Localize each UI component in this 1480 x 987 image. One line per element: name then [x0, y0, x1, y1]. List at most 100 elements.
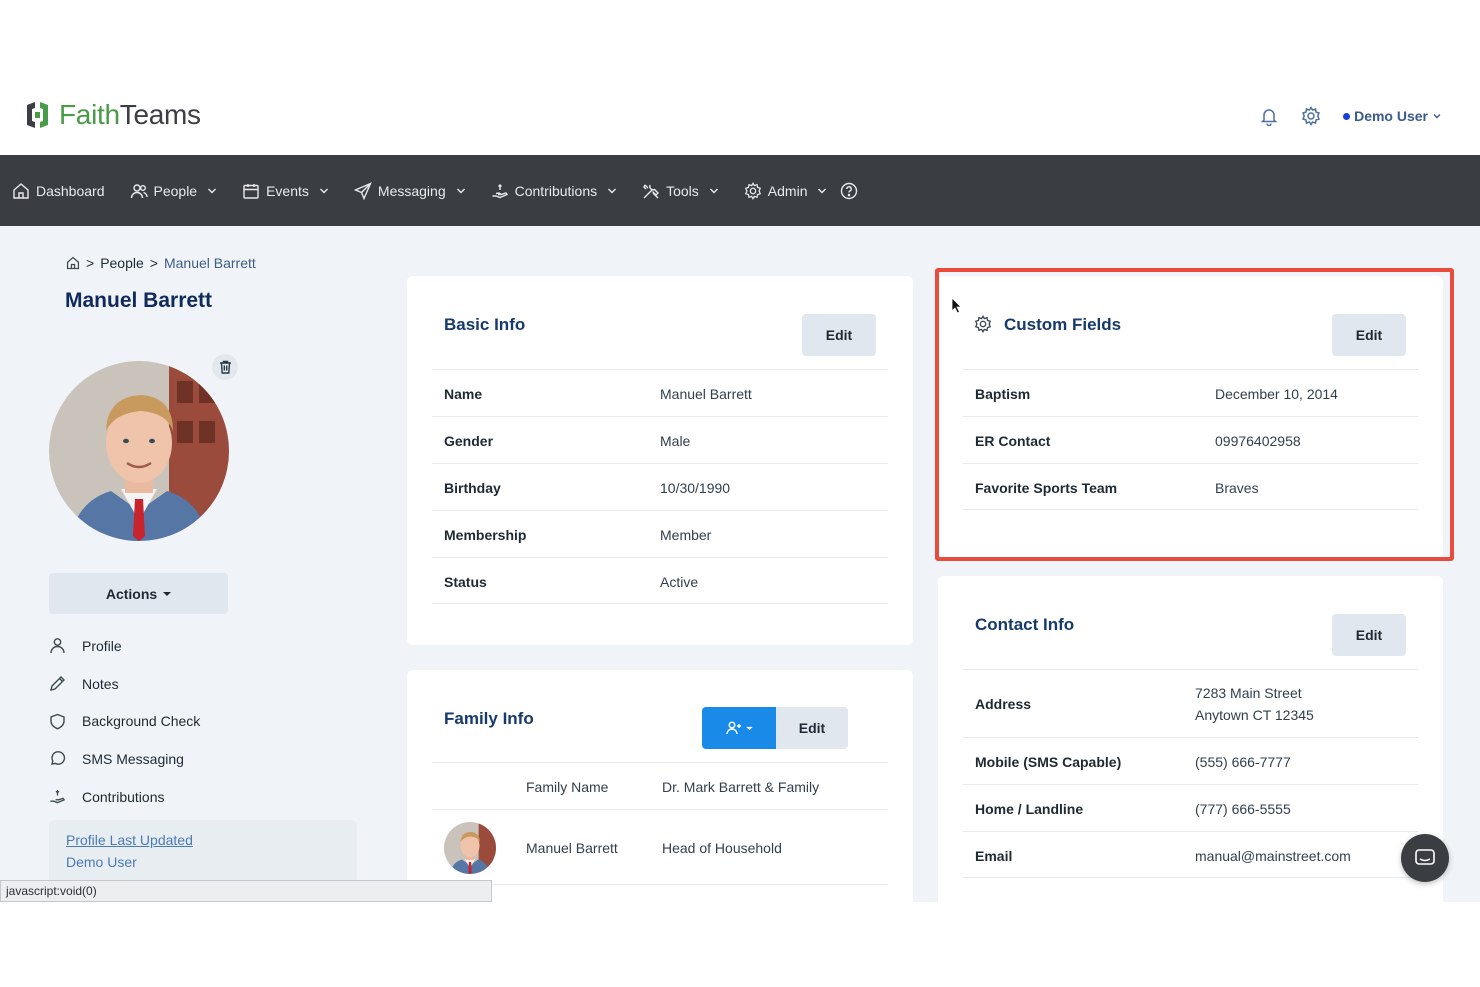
- support-chat-button[interactable]: [1401, 834, 1449, 882]
- basic-info-row: Gender Male: [432, 416, 888, 463]
- family-name-label: Family Name: [526, 779, 609, 795]
- family-name-row: Family Name Dr. Mark Barrett & Family: [432, 762, 888, 809]
- side-menu-label: Notes: [82, 675, 119, 692]
- contact-info-edit-button[interactable]: Edit: [1332, 614, 1406, 656]
- address-line-1: 7283 Main Street: [1195, 685, 1302, 701]
- faithteams-logo[interactable]: FaithTeams: [24, 99, 201, 131]
- caret-down-icon: [163, 591, 172, 596]
- chevron-down-icon: [208, 188, 217, 193]
- contact-info-title: Contact Info: [975, 615, 1075, 634]
- gear-icon: [744, 181, 761, 200]
- mouse-cursor-icon: [951, 297, 962, 314]
- nav-messaging[interactable]: Messaging: [353, 181, 466, 200]
- users-icon: [130, 183, 148, 198]
- row-label: Email: [975, 848, 1013, 864]
- side-menu-label: Profile: [82, 637, 122, 654]
- address-line-2: Anytown CT 12345: [1195, 707, 1314, 723]
- online-status-dot: [1343, 112, 1351, 120]
- nav-admin[interactable]: Admin: [744, 181, 828, 200]
- side-menu-sms-messaging[interactable]: SMS Messaging: [49, 740, 200, 778]
- browser-status-bar: javascript:void(0): [0, 880, 492, 902]
- family-name-value: Dr. Mark Barrett & Family: [662, 779, 820, 795]
- family-member-role: Head of Household: [662, 840, 782, 856]
- side-menu-label: Contributions: [82, 788, 165, 805]
- family-member-row[interactable]: Manuel Barrett Head of Household: [432, 809, 888, 885]
- nav-label: People: [153, 182, 198, 199]
- add-user-icon: [725, 721, 741, 735]
- user-icon: [50, 638, 65, 654]
- profile-updated-by: Demo User: [66, 854, 137, 870]
- side-menu-label: Background Check: [82, 713, 201, 730]
- trash-icon: [219, 360, 231, 374]
- family-info-title: Family Info: [444, 709, 534, 728]
- nav-contributions[interactable]: Contributions: [491, 182, 618, 200]
- family-info-card: Family Info Edit Family Name Dr. Mark Ba…: [407, 670, 913, 902]
- row-label: Home / Landline: [975, 801, 1084, 817]
- row-label: Gender: [444, 433, 494, 449]
- caret-down-icon: [745, 726, 753, 730]
- breadcrumb-people[interactable]: People: [100, 255, 144, 271]
- chevron-down-icon: [608, 188, 617, 193]
- basic-info-row: Birthday 10/30/1990: [432, 463, 888, 510]
- logo-text: FaithTeams: [59, 99, 201, 130]
- logo-mark-icon: [27, 102, 48, 128]
- breadcrumb-current: Manuel Barrett: [163, 255, 256, 271]
- main-content: > People > Manuel Barrett Manuel Barrett: [0, 226, 1480, 902]
- contact-row: Mobile (SMS Capable) (555) 666-7777: [963, 737, 1418, 784]
- row-value[interactable]: (555) 666-7777: [1195, 754, 1291, 770]
- row-label: Birthday: [444, 480, 501, 496]
- delete-photo-button[interactable]: [212, 354, 238, 380]
- app-header: FaithTeams Demo User: [0, 80, 1480, 155]
- row-value[interactable]: manual@mainstreet.com: [1195, 848, 1351, 864]
- row-value: Member: [660, 527, 712, 543]
- add-family-member-button[interactable]: [702, 707, 776, 749]
- chevron-down-icon: [818, 188, 827, 193]
- side-menu-contributions[interactable]: Contributions: [49, 778, 200, 816]
- custom-fields-highlight-box: [935, 268, 1454, 561]
- hand-coin-icon: [492, 183, 508, 198]
- family-info-edit-button[interactable]: Edit: [776, 707, 848, 749]
- nav-label: Admin: [767, 182, 808, 199]
- calendar-icon: [243, 183, 259, 199]
- breadcrumb: > People > Manuel Barrett: [66, 255, 256, 271]
- nav-label: Messaging: [377, 182, 446, 199]
- family-member-name: Manuel Barrett: [526, 840, 618, 856]
- basic-info-edit-button[interactable]: Edit: [802, 314, 876, 356]
- basic-info-row: Membership Member: [432, 510, 888, 557]
- side-menu-background-check[interactable]: Background Check: [49, 702, 200, 740]
- send-icon: [353, 181, 372, 200]
- home-icon[interactable]: [66, 256, 80, 270]
- row-label: Mobile (SMS Capable): [975, 754, 1122, 770]
- chevron-down-icon: [1433, 114, 1441, 119]
- row-value: Male: [660, 433, 691, 449]
- user-menu[interactable]: Demo User: [1343, 108, 1442, 124]
- chevron-down-icon: [456, 188, 465, 193]
- nav-tools[interactable]: Tools: [642, 182, 719, 200]
- settings-gear-icon[interactable]: [1301, 106, 1321, 126]
- contact-info-card: Contact Info Edit Address 7283 Main Stre…: [938, 576, 1443, 902]
- nav-people[interactable]: People: [130, 182, 218, 200]
- bell-icon[interactable]: [1259, 106, 1279, 126]
- row-value: Manuel Barrett: [660, 386, 752, 402]
- row-value: 10/30/1990: [660, 480, 731, 496]
- side-menu-profile[interactable]: Profile: [49, 627, 200, 665]
- nav-label: Dashboard: [36, 182, 105, 199]
- chevron-down-icon: [319, 188, 328, 193]
- side-menu-notes[interactable]: Notes: [49, 665, 200, 703]
- home-icon: [13, 182, 29, 199]
- nav-label: Contributions: [514, 182, 598, 199]
- nav-dashboard[interactable]: Dashboard: [12, 182, 105, 200]
- help-circle-icon[interactable]: [840, 182, 858, 200]
- basic-info-row: Name Manuel Barrett: [432, 369, 888, 416]
- chat-icon: [1415, 849, 1435, 865]
- basic-info-card: Basic Info Edit Name Manuel Barrett Gend…: [407, 276, 913, 645]
- basic-info-title: Basic Info: [444, 315, 526, 334]
- breadcrumb-separator: >: [149, 255, 158, 271]
- nav-events[interactable]: Events: [242, 182, 329, 200]
- actions-dropdown-button[interactable]: Actions: [49, 573, 228, 614]
- row-value[interactable]: (777) 666-5555: [1195, 801, 1291, 817]
- profile-last-updated-link[interactable]: Profile Last Updated: [66, 832, 340, 848]
- profile-photo[interactable]: [49, 361, 229, 541]
- row-label: Address: [975, 696, 1032, 712]
- nav-label: Tools: [666, 182, 699, 199]
